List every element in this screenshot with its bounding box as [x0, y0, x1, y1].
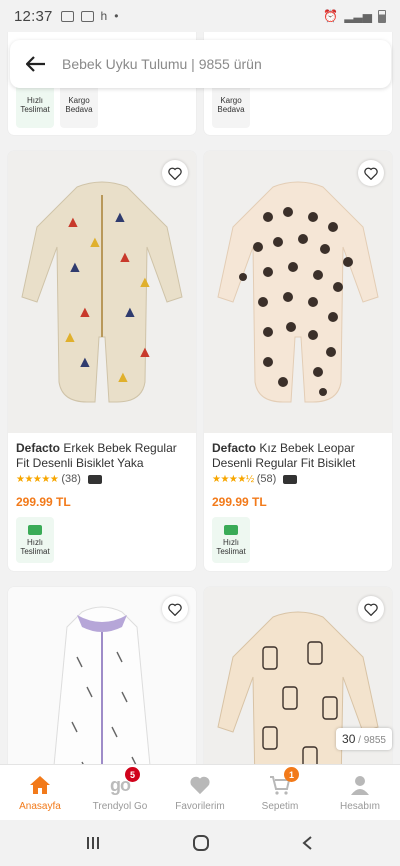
heart-icon [168, 603, 182, 616]
svg-text:▲: ▲ [137, 344, 153, 361]
svg-text:▲: ▲ [115, 369, 131, 386]
product-title: Defacto Erkek Bebek Regular Fit Desenli … [16, 441, 177, 470]
product-price: 299.99 TL [16, 495, 71, 509]
product-rating: ★★★★½ (58) [212, 473, 384, 485]
svg-text:▲: ▲ [137, 274, 153, 291]
camera-icon [283, 474, 298, 484]
nav-home[interactable]: Anasayfa [0, 765, 80, 820]
system-navigation [0, 820, 400, 866]
product-card[interactable] [8, 587, 196, 764]
status-bar: 12:37 h • ⏰ ▂▃▅ [0, 0, 400, 32]
status-time: 12:37 [14, 7, 53, 25]
alarm-icon: ⏰ [323, 9, 339, 23]
product-feed[interactable]: Hızlı Teslimat Kargo Bedava Kargo Bedava… [0, 32, 400, 764]
gallery-icon [60, 10, 74, 22]
product-rating: ★★★★★ (38) [16, 473, 188, 485]
signal-icon: ▂▃▅ [344, 9, 372, 23]
home-button[interactable] [192, 834, 210, 852]
back-nav-button[interactable] [301, 835, 315, 851]
nav-favorites[interactable]: Favorilerim [160, 765, 240, 820]
romper-dinosaur-image: ▲▲▲▲ ▲▲▲▲ ▲▲▲▲ [21, 181, 183, 403]
nav-account[interactable]: Hesabım [320, 765, 400, 820]
svg-text:▲: ▲ [77, 304, 93, 321]
cart-badge: 1 [284, 767, 299, 782]
heart-icon [168, 167, 182, 180]
heart-icon [364, 167, 378, 180]
fast-delivery-badge: Hızlı Teslimat [16, 517, 54, 563]
rating-count: (38) [61, 473, 81, 485]
sleeping-bag-image [53, 606, 151, 764]
favorite-button[interactable] [358, 596, 384, 622]
svg-text:▲: ▲ [112, 209, 128, 226]
image-icon [80, 10, 94, 22]
arrow-left-icon [26, 56, 45, 72]
status-extra: h [100, 9, 108, 23]
truck-icon [28, 524, 42, 535]
heart-icon [190, 776, 210, 795]
free-shipping-badge: Kargo Bedava [60, 82, 98, 128]
fast-delivery-badge: Hızlı Teslimat [16, 82, 54, 128]
star-rating: ★★★★½ [212, 473, 254, 485]
search-input[interactable]: Bebek Uyku Tulumu | 9855 ürün [62, 56, 262, 72]
fast-delivery-badge: Hızlı Teslimat [212, 517, 250, 563]
bottom-navigation: Anasayfa go 5 Trendyol Go Favorilerim 1 … [0, 764, 400, 820]
svg-text:▲: ▲ [77, 354, 93, 371]
svg-text:▲: ▲ [87, 234, 103, 251]
romper-leopard-image [217, 181, 379, 403]
favorite-button[interactable] [358, 160, 384, 186]
favorite-button[interactable] [162, 160, 188, 186]
favorite-button[interactable] [162, 596, 188, 622]
result-counter: 30 / 9855 [336, 728, 392, 750]
svg-text:▲: ▲ [62, 329, 78, 346]
svg-text:▲: ▲ [122, 304, 138, 321]
product-image[interactable]: ▲ ▲ ▲ ▲ ▲ ▲ ▲ ▲ ▲ ▲ ▲ ▲ [8, 151, 196, 433]
svg-text:▲: ▲ [65, 214, 81, 231]
product-image[interactable] [204, 151, 392, 433]
home-icon [30, 776, 50, 794]
truck-icon [224, 524, 238, 535]
product-price: 299.99 TL [212, 495, 267, 509]
user-icon [351, 776, 369, 795]
rating-count: (58) [256, 473, 277, 485]
dot-icon: • [114, 9, 119, 23]
product-brand: Defacto [212, 441, 257, 455]
recent-apps-button[interactable] [85, 835, 101, 851]
product-card[interactable]: ▲ ▲ ▲ ▲ ▲ ▲ ▲ ▲ ▲ ▲ ▲ ▲ Defacto Erkek Bebek Regul… [8, 151, 196, 571]
back-button[interactable] [10, 40, 62, 88]
go-badge: 5 [125, 767, 140, 782]
product-card[interactable]: Defacto Kız Bebek Leopar Desenli Regular… [204, 151, 392, 571]
nav-cart[interactable]: 1 Sepetim [240, 765, 320, 820]
search-bar[interactable]: Bebek Uyku Tulumu | 9855 ürün [10, 40, 391, 88]
heart-icon [364, 603, 378, 616]
nav-trendyol-go[interactable]: go 5 Trendyol Go [80, 765, 160, 820]
product-title: Defacto Kız Bebek Leopar Desenli Regular… [212, 441, 356, 470]
product-brand: Defacto [16, 441, 61, 455]
svg-text:▲: ▲ [67, 259, 83, 276]
svg-text:▲: ▲ [117, 249, 133, 266]
camera-icon [87, 474, 102, 484]
free-shipping-badge: Kargo Bedava [212, 82, 250, 128]
battery-icon [378, 9, 386, 23]
star-rating: ★★★★★ [16, 473, 59, 485]
